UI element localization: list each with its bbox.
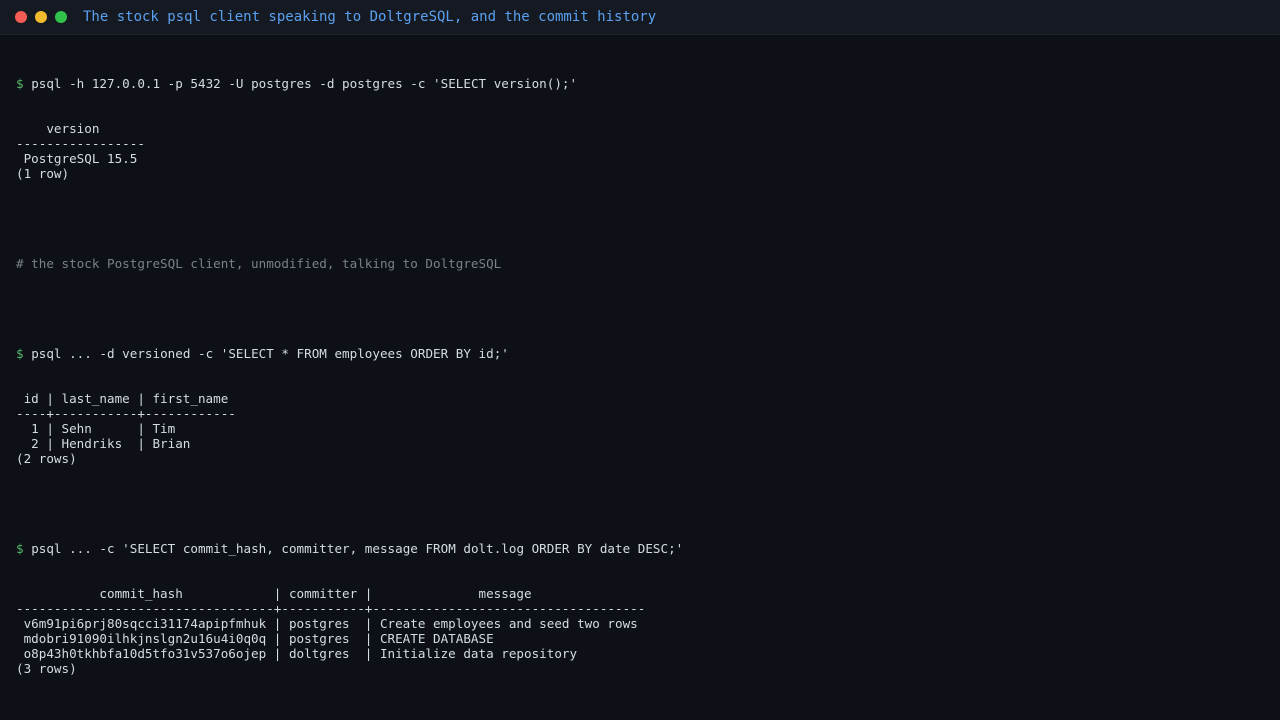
command-line: $ psql ... -c 'SELECT commit_hash, commi… — [16, 541, 683, 556]
output-block: commit_hash | committer | message -------… — [16, 586, 683, 676]
output-line: ----+-----------+------------ — [16, 406, 236, 421]
prompt-symbol: $ — [16, 76, 24, 91]
output-line: (3 rows) — [16, 661, 77, 676]
terminal-window: The stock psql client speaking to Doltgr… — [0, 0, 1280, 720]
output-line: mdobri91090ilhkjnslgn2u16u4i0q0q | postg… — [16, 631, 494, 646]
output-line: id | last_name | first_name — [16, 391, 229, 406]
output-line: PostgreSQL 15.5 — [16, 151, 138, 166]
terminal-output[interactable]: $ psql -h 127.0.0.1 -p 5432 -U postgres … — [16, 46, 683, 706]
output-line: 1 | Sehn | Tim — [16, 421, 176, 436]
output-line: version — [16, 121, 100, 136]
output-block: id | last_name | first_name ----+--------… — [16, 391, 683, 466]
close-button[interactable] — [15, 11, 27, 23]
prompt-symbol: $ — [16, 346, 24, 361]
title-bar: The stock psql client speaking to Doltgr… — [0, 0, 1280, 35]
maximize-button[interactable] — [55, 11, 67, 23]
prompt-symbol: $ — [16, 541, 24, 556]
output-line: (2 rows) — [16, 451, 77, 466]
command-text: psql -h 127.0.0.1 -p 5432 -U postgres -d… — [31, 76, 578, 91]
command-line: $ psql ... -d versioned -c 'SELECT * FRO… — [16, 346, 683, 361]
output-line: o8p43h0tkhbfa10d5tfo31v537o6ojep | doltg… — [16, 646, 578, 661]
output-block: version ----------------- PostgreSQL 15.5… — [16, 121, 683, 181]
command-line: $ psql -h 127.0.0.1 -p 5432 -U postgres … — [16, 76, 683, 91]
command-text: psql ... -d versioned -c 'SELECT * FROM … — [31, 346, 509, 361]
command-text: psql ... -c 'SELECT commit_hash, committ… — [31, 541, 684, 556]
output-line: commit_hash | committer | message — [16, 586, 532, 601]
minimize-button[interactable] — [35, 11, 47, 23]
output-line: v6m91pi6prj80sqcci31174apipfmhuk | postg… — [16, 616, 638, 631]
output-line: (1 row) — [16, 166, 70, 181]
comment-line: # the stock PostgreSQL client, unmodifie… — [16, 256, 502, 271]
output-line: ----------------- — [16, 136, 145, 151]
output-line: ----------------------------------+-----… — [16, 601, 646, 616]
window-title: The stock psql client speaking to Doltgr… — [83, 9, 657, 25]
window-controls — [0, 11, 75, 23]
output-line: 2 | Hendriks | Brian — [16, 436, 191, 451]
